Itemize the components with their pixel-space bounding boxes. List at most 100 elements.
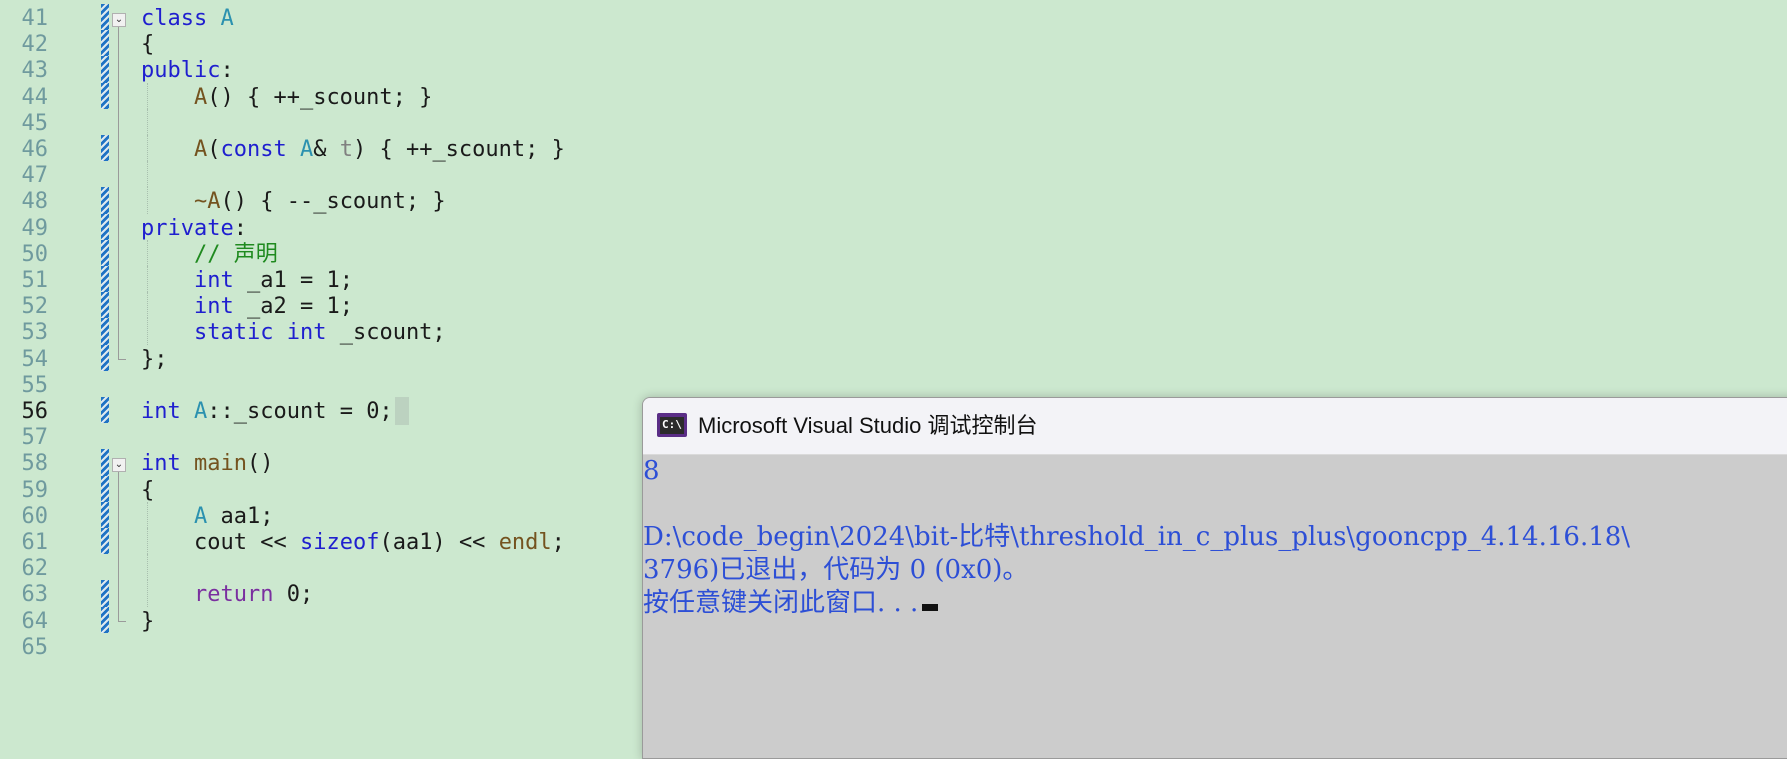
change-indicator [101, 56, 109, 83]
code-token: main [194, 451, 247, 477]
change-indicator [101, 135, 109, 162]
change-indicator [101, 213, 109, 240]
code-token: A [220, 6, 234, 31]
code-token: { [141, 477, 155, 503]
code-token: & [313, 137, 340, 162]
change-indicator [101, 187, 109, 214]
console-line-text: 8 [643, 456, 660, 486]
code-token: return [193, 582, 274, 608]
change-indicator [101, 501, 109, 528]
code-token: : [233, 215, 247, 241]
fold-region-line [118, 472, 119, 620]
code-token: ; [551, 530, 565, 555]
code-token: (aa1) [379, 530, 459, 555]
code-token: int [286, 320, 327, 346]
code-token: public [141, 58, 221, 84]
code-token: A [193, 137, 208, 162]
code-token: endl [498, 530, 552, 555]
change-indicator [101, 318, 109, 345]
console-title: Microsoft Visual Studio 调试控制台 [698, 413, 1038, 438]
code-token: cout [141, 530, 261, 555]
change-indicator [101, 344, 109, 371]
text-caret [394, 397, 409, 425]
code-token: A [193, 503, 208, 529]
line-number: 65 [21, 634, 49, 660]
code-token: private [141, 215, 234, 241]
fold-end-marker [118, 344, 126, 360]
fold-region-line [118, 27, 119, 358]
code-token: sizeof [299, 530, 380, 555]
code-token: _a2 = 1; [233, 294, 353, 320]
code-token: ( [207, 137, 221, 162]
console-titlebar[interactable]: C:\ Microsoft Visual Studio 调试控制台 [643, 398, 1787, 455]
code-token: // 声明 [193, 241, 278, 267]
code-token: << [260, 530, 300, 555]
code-token: t [339, 137, 353, 162]
change-indicator [101, 292, 109, 319]
change-indicator [101, 475, 109, 502]
code-token: } [141, 608, 155, 634]
console-output[interactable]: 8 D:\code_begin\2024\bit-比特\threshold_in_… [643, 455, 1787, 758]
indent-guide [147, 554, 148, 581]
console-output-line: 8 [643, 455, 660, 488]
code-token: () { --_scount; } [220, 189, 446, 215]
console-line-text: 3796)已退出，代码为 0 (0x0)。 [643, 555, 1029, 585]
code-token: ) { ++_scount; } [352, 137, 565, 162]
code-token: static [193, 320, 274, 346]
console-line-text: 按任意键关闭此窗口. . . [643, 588, 919, 618]
console-output-line: D:\code_begin\2024\bit-比特\threshold_in_c… [643, 521, 1630, 554]
code-token: A [194, 399, 208, 424]
fold-toggle-icon[interactable]: ⌄ [112, 13, 126, 27]
code-token: A [299, 137, 314, 162]
fold-toggle-icon[interactable]: ⌄ [112, 458, 126, 473]
code-token: int [141, 451, 181, 477]
code-token: aa1; [207, 503, 274, 529]
code-token: int [193, 268, 234, 293]
change-indicator [101, 397, 109, 424]
change-indicator [101, 82, 109, 109]
code-token: << [458, 530, 499, 555]
console-output-line: 3796)已退出，代码为 0 (0x0)。 [643, 554, 1028, 587]
code-token: ::_scount = 0; [207, 399, 393, 424]
code-token: () [246, 451, 274, 477]
code-token: 0; [273, 582, 314, 608]
change-indicator [101, 239, 109, 266]
debug-console-window[interactable]: C:\ Microsoft Visual Studio 调试控制台 8 D:\co… [642, 397, 1787, 759]
code-token: const [220, 137, 287, 162]
code-token: int [141, 399, 181, 424]
change-indicator [101, 528, 109, 555]
change-indicator [101, 449, 109, 476]
change-indicator [101, 266, 109, 293]
change-indicator [101, 30, 109, 57]
code-token: ~A [193, 189, 221, 215]
indent-guide [147, 108, 148, 135]
code-token: () { ++_scount; } [207, 84, 433, 110]
change-indicator [101, 580, 109, 607]
console-icon-glyph: C:\ [662, 418, 682, 431]
console-cursor [922, 604, 939, 611]
console-app-icon: C:\ [657, 413, 687, 437]
code-token: }; [141, 346, 168, 372]
code-token: : [220, 58, 234, 84]
code-token: class [141, 6, 208, 31]
console-output-line: 按任意键关闭此窗口. . . [643, 587, 939, 620]
change-indicator [101, 606, 109, 633]
fold-end-marker [118, 606, 126, 622]
change-indicator [101, 4, 109, 31]
code-token: { [141, 32, 155, 58]
console-line-text: D:\code_begin\2024\bit-比特\threshold_in_c… [643, 522, 1631, 552]
